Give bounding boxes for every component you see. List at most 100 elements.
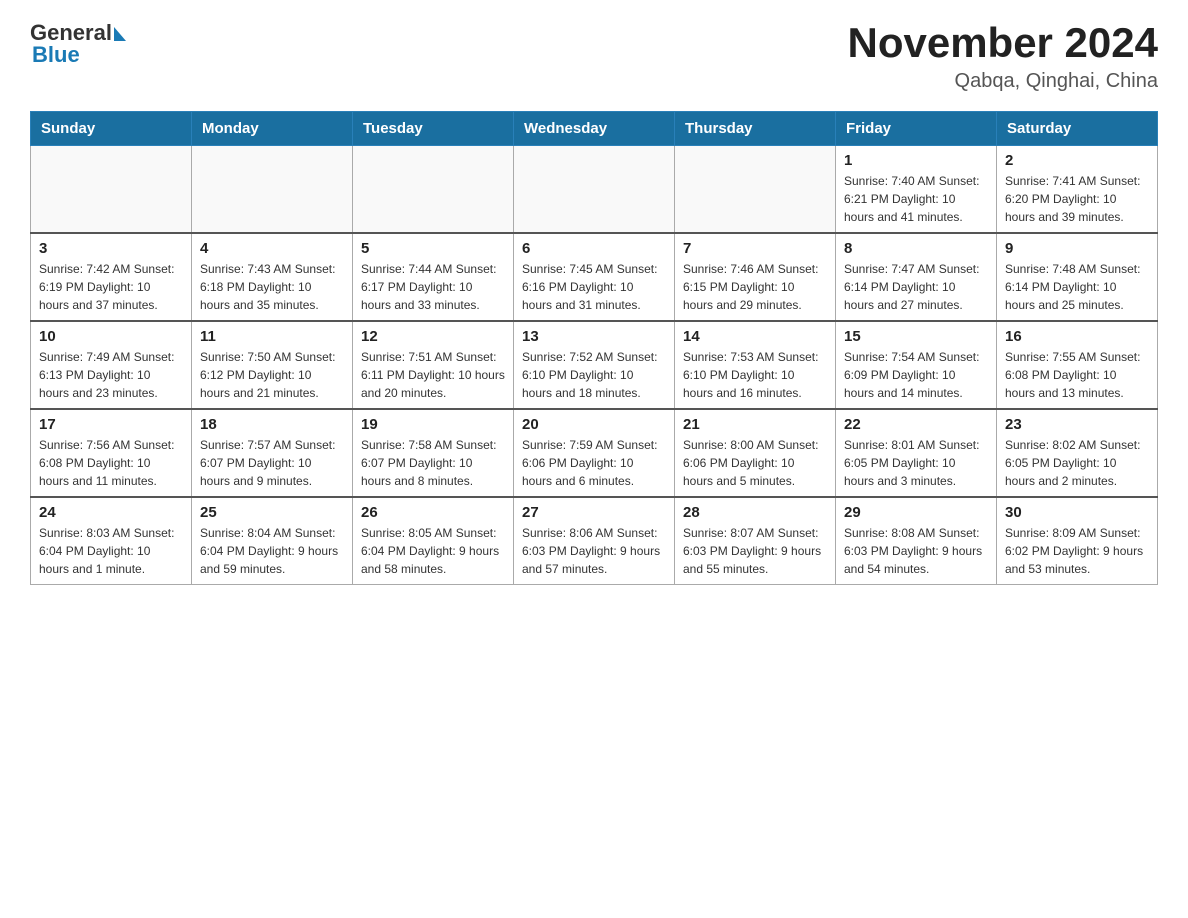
day-info: Sunrise: 7:43 AM Sunset: 6:18 PM Dayligh…	[200, 260, 344, 314]
calendar-cell: 28 Sunrise: 8:07 AM Sunset: 6:03 PM Dayli…	[675, 497, 836, 585]
day-info: Sunrise: 8:00 AM Sunset: 6:06 PM Dayligh…	[683, 436, 827, 490]
day-info: Sunrise: 7:57 AM Sunset: 6:07 PM Dayligh…	[200, 436, 344, 490]
calendar-cell	[675, 146, 836, 234]
calendar-cell: 4 Sunrise: 7:43 AM Sunset: 6:18 PM Daylig…	[192, 233, 353, 321]
day-number: 14	[683, 328, 827, 345]
calendar-cell: 29Sunrise: 8:08 AM Sunset: 6:03 PM Dayli…	[836, 497, 997, 585]
calendar-cell: 11 Sunrise: 7:50 AM Sunset: 6:12 PM Dayli…	[192, 321, 353, 409]
calendar-header-saturday: Saturday	[997, 112, 1158, 146]
calendar-cell: 5 Sunrise: 7:44 AM Sunset: 6:17 PM Daylig…	[353, 233, 514, 321]
day-number: 7	[683, 240, 827, 257]
day-number: 4	[200, 240, 344, 257]
calendar-cell: 7 Sunrise: 7:46 AM Sunset: 6:15 PM Daylig…	[675, 233, 836, 321]
day-number: 15	[844, 328, 988, 345]
calendar-cell: 18 Sunrise: 7:57 AM Sunset: 6:07 PM Dayli…	[192, 409, 353, 497]
month-year-title: November 2024	[847, 20, 1158, 66]
day-number: 23	[1005, 416, 1149, 433]
day-info: Sunrise: 8:07 AM Sunset: 6:03 PM Dayligh…	[683, 524, 827, 578]
title-section: November 2024 Qabqa, Qinghai, China	[847, 20, 1158, 93]
calendar-cell: 13 Sunrise: 7:52 AM Sunset: 6:10 PM Dayli…	[514, 321, 675, 409]
calendar-cell: 12 Sunrise: 7:51 AM Sunset: 6:11 PM Dayli…	[353, 321, 514, 409]
calendar-week-3: 10Sunrise: 7:49 AM Sunset: 6:13 PM Dayli…	[31, 321, 1158, 409]
calendar-cell: 6 Sunrise: 7:45 AM Sunset: 6:16 PM Daylig…	[514, 233, 675, 321]
day-number: 28	[683, 504, 827, 521]
calendar-header-sunday: Sunday	[31, 112, 192, 146]
calendar-cell: 27Sunrise: 8:06 AM Sunset: 6:03 PM Dayli…	[514, 497, 675, 585]
calendar-header-monday: Monday	[192, 112, 353, 146]
day-number: 1	[844, 152, 988, 169]
day-info: Sunrise: 7:41 AM Sunset: 6:20 PM Dayligh…	[1005, 172, 1149, 226]
calendar-cell: 1 Sunrise: 7:40 AM Sunset: 6:21 PM Daylig…	[836, 146, 997, 234]
day-number: 11	[200, 328, 344, 345]
calendar-cell	[31, 146, 192, 234]
day-info: Sunrise: 8:06 AM Sunset: 6:03 PM Dayligh…	[522, 524, 666, 578]
day-info: Sunrise: 7:44 AM Sunset: 6:17 PM Dayligh…	[361, 260, 505, 314]
calendar-cell: 19Sunrise: 7:58 AM Sunset: 6:07 PM Dayli…	[353, 409, 514, 497]
calendar-header-wednesday: Wednesday	[514, 112, 675, 146]
calendar-week-5: 24 Sunrise: 8:03 AM Sunset: 6:04 PM Dayli…	[31, 497, 1158, 585]
day-number: 8	[844, 240, 988, 257]
day-number: 13	[522, 328, 666, 345]
calendar-cell: 24 Sunrise: 8:03 AM Sunset: 6:04 PM Dayli…	[31, 497, 192, 585]
day-number: 2	[1005, 152, 1149, 169]
logo-blue-text: Blue	[32, 42, 126, 68]
day-info: Sunrise: 7:45 AM Sunset: 6:16 PM Dayligh…	[522, 260, 666, 314]
day-number: 24	[39, 504, 183, 521]
day-number: 5	[361, 240, 505, 257]
day-info: Sunrise: 7:50 AM Sunset: 6:12 PM Dayligh…	[200, 348, 344, 402]
calendar-header-row: SundayMondayTuesdayWednesdayThursdayFrid…	[31, 112, 1158, 146]
calendar-week-4: 17 Sunrise: 7:56 AM Sunset: 6:08 PM Dayli…	[31, 409, 1158, 497]
day-info: Sunrise: 7:51 AM Sunset: 6:11 PM Dayligh…	[361, 348, 505, 402]
calendar-cell: 10Sunrise: 7:49 AM Sunset: 6:13 PM Dayli…	[31, 321, 192, 409]
calendar-header-thursday: Thursday	[675, 112, 836, 146]
day-number: 29	[844, 504, 988, 521]
day-info: Sunrise: 7:56 AM Sunset: 6:08 PM Dayligh…	[39, 436, 183, 490]
day-info: Sunrise: 7:59 AM Sunset: 6:06 PM Dayligh…	[522, 436, 666, 490]
day-info: Sunrise: 7:48 AM Sunset: 6:14 PM Dayligh…	[1005, 260, 1149, 314]
calendar-cell: 2 Sunrise: 7:41 AM Sunset: 6:20 PM Daylig…	[997, 146, 1158, 234]
day-number: 21	[683, 416, 827, 433]
day-info: Sunrise: 7:42 AM Sunset: 6:19 PM Dayligh…	[39, 260, 183, 314]
logo-arrow-icon	[114, 27, 126, 41]
day-info: Sunrise: 8:01 AM Sunset: 6:05 PM Dayligh…	[844, 436, 988, 490]
day-number: 26	[361, 504, 505, 521]
day-info: Sunrise: 7:47 AM Sunset: 6:14 PM Dayligh…	[844, 260, 988, 314]
calendar-cell: 16 Sunrise: 7:55 AM Sunset: 6:08 PM Dayli…	[997, 321, 1158, 409]
day-info: Sunrise: 8:02 AM Sunset: 6:05 PM Dayligh…	[1005, 436, 1149, 490]
calendar-cell	[353, 146, 514, 234]
day-info: Sunrise: 8:05 AM Sunset: 6:04 PM Dayligh…	[361, 524, 505, 578]
calendar-cell: 14Sunrise: 7:53 AM Sunset: 6:10 PM Dayli…	[675, 321, 836, 409]
day-number: 3	[39, 240, 183, 257]
calendar-header-friday: Friday	[836, 112, 997, 146]
logo: General Blue	[30, 20, 126, 68]
calendar-cell: 8 Sunrise: 7:47 AM Sunset: 6:14 PM Daylig…	[836, 233, 997, 321]
calendar-cell: 20 Sunrise: 7:59 AM Sunset: 6:06 PM Dayli…	[514, 409, 675, 497]
day-number: 6	[522, 240, 666, 257]
day-info: Sunrise: 7:46 AM Sunset: 6:15 PM Dayligh…	[683, 260, 827, 314]
day-number: 19	[361, 416, 505, 433]
calendar-cell: 3 Sunrise: 7:42 AM Sunset: 6:19 PM Daylig…	[31, 233, 192, 321]
day-number: 16	[1005, 328, 1149, 345]
day-info: Sunrise: 8:03 AM Sunset: 6:04 PM Dayligh…	[39, 524, 183, 578]
page-header: General Blue November 2024 Qabqa, Qingha…	[30, 20, 1158, 93]
calendar-cell: 25Sunrise: 8:04 AM Sunset: 6:04 PM Dayli…	[192, 497, 353, 585]
day-number: 20	[522, 416, 666, 433]
day-number: 30	[1005, 504, 1149, 521]
day-info: Sunrise: 8:09 AM Sunset: 6:02 PM Dayligh…	[1005, 524, 1149, 578]
day-info: Sunrise: 7:55 AM Sunset: 6:08 PM Dayligh…	[1005, 348, 1149, 402]
day-number: 12	[361, 328, 505, 345]
calendar-cell: 9 Sunrise: 7:48 AM Sunset: 6:14 PM Daylig…	[997, 233, 1158, 321]
calendar-cell	[514, 146, 675, 234]
day-info: Sunrise: 7:54 AM Sunset: 6:09 PM Dayligh…	[844, 348, 988, 402]
day-info: Sunrise: 7:52 AM Sunset: 6:10 PM Dayligh…	[522, 348, 666, 402]
day-number: 18	[200, 416, 344, 433]
calendar-cell: 30 Sunrise: 8:09 AM Sunset: 6:02 PM Dayli…	[997, 497, 1158, 585]
calendar-cell: 17 Sunrise: 7:56 AM Sunset: 6:08 PM Dayli…	[31, 409, 192, 497]
calendar-week-1: 1 Sunrise: 7:40 AM Sunset: 6:21 PM Daylig…	[31, 146, 1158, 234]
day-number: 9	[1005, 240, 1149, 257]
calendar-cell: 26 Sunrise: 8:05 AM Sunset: 6:04 PM Dayli…	[353, 497, 514, 585]
day-number: 17	[39, 416, 183, 433]
calendar-cell: 15 Sunrise: 7:54 AM Sunset: 6:09 PM Dayli…	[836, 321, 997, 409]
day-info: Sunrise: 7:40 AM Sunset: 6:21 PM Dayligh…	[844, 172, 988, 226]
calendar-cell: 22Sunrise: 8:01 AM Sunset: 6:05 PM Dayli…	[836, 409, 997, 497]
